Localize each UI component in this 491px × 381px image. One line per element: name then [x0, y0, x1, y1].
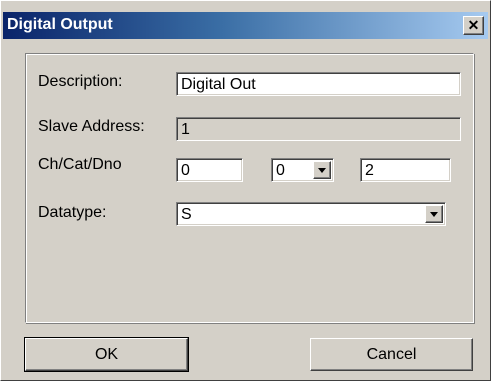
dno-input[interactable]: 2 — [360, 158, 451, 182]
ok-button[interactable]: OK — [24, 337, 189, 372]
datatype-label: Datatype: — [38, 204, 107, 221]
slave-address-label: Slave Address: — [38, 118, 145, 135]
dialog-title: Digital Output — [7, 16, 113, 33]
description-input[interactable]: Digital Out — [176, 72, 461, 96]
slave-address-value: 1 — [181, 121, 190, 138]
cat-value: 0 — [276, 162, 285, 179]
cat-select[interactable]: 0 — [271, 158, 334, 182]
close-button[interactable]: ✕ — [463, 16, 484, 35]
ch-value: 0 — [181, 162, 190, 179]
description-value: Digital Out — [181, 76, 256, 93]
datatype-select[interactable]: S — [176, 202, 446, 226]
chevron-down-icon[interactable] — [313, 161, 331, 179]
chevron-down-icon[interactable] — [425, 205, 443, 223]
dno-value: 2 — [365, 162, 374, 179]
ch-input[interactable]: 0 — [176, 158, 243, 182]
datatype-value: S — [181, 206, 192, 223]
title-bar[interactable]: Digital Output ✕ — [3, 12, 488, 39]
description-label: Description: — [38, 73, 123, 90]
ch-cat-dno-label: Ch/Cat/Dno — [38, 156, 122, 173]
close-icon: ✕ — [467, 17, 480, 33]
dialog-window: Digital Output ✕ Description: Digital Ou… — [0, 0, 491, 381]
slave-address-field: 1 — [176, 117, 461, 141]
cancel-button[interactable]: Cancel — [310, 338, 473, 371]
